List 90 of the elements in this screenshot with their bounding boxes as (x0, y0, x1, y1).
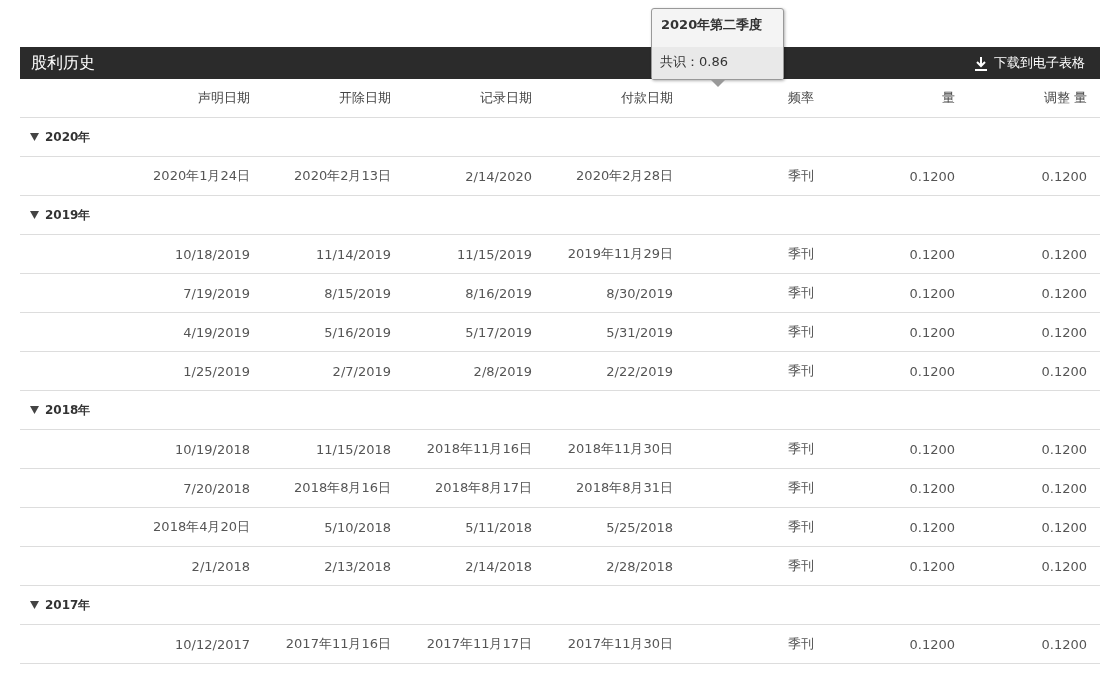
table-cell-text: 2018年4月20日 (152, 518, 250, 536)
table-cell-text: 4/19/2019 (182, 324, 250, 340)
table-cell-text: 10/19/2018 (174, 441, 250, 457)
table-cell-text: 0.1200 (908, 558, 955, 574)
table-cell-text: 2018年8月31日 (575, 479, 673, 497)
table-cell-text: 5/10/2018 (323, 519, 391, 535)
table-cell-text: 季刊 (787, 479, 814, 497)
tooltip-title: 2020年第二季度 (660, 16, 764, 34)
table-cell-text: 0.1200 (1040, 558, 1088, 574)
column-header: 频率 (787, 89, 814, 107)
table-cell-text: 8/30/2019 (605, 285, 673, 301)
table-cell-text: 季刊 (787, 557, 814, 575)
table-cell-text: 10/12/2017 (174, 636, 250, 652)
table-cell-text: 季刊 (787, 167, 814, 185)
table-cell-text: 2/22/2019 (605, 363, 673, 379)
table-cell-text: 2/28/2018 (605, 558, 673, 574)
table-cell-text: 5/16/2019 (323, 324, 391, 340)
table-cell-text: 2018年8月17日 (434, 479, 532, 497)
column-header: 调整 量 (1042, 89, 1088, 107)
expand-triangle-icon[interactable] (30, 601, 39, 609)
table-cell-text: 季刊 (787, 284, 814, 302)
table-cell-text: 0.1200 (908, 168, 955, 184)
table-cell-text: 5/25/2018 (605, 519, 673, 535)
table-cell-text: 5/11/2018 (464, 519, 532, 535)
column-header: 量 (941, 89, 955, 107)
table-cell-text: 2017年11月17日 (425, 635, 532, 653)
year-label: 2019年 (45, 206, 91, 224)
table-cell-text: 8/15/2019 (323, 285, 391, 301)
column-header: 开除日期 (338, 89, 391, 107)
table-cell-text: 0.1200 (1040, 363, 1088, 379)
table-cell-text: 0.1200 (908, 363, 955, 379)
panel-title: 股利历史 (31, 52, 95, 74)
table-cell-text: 2/14/2020 (464, 168, 532, 184)
table-cell-text: 2/1/2018 (190, 558, 250, 574)
table-cell-text: 0.1200 (908, 636, 955, 652)
column-header: 记录日期 (479, 89, 532, 107)
year-label: 2017年 (45, 596, 91, 614)
table-cell-text: 0.1200 (1040, 480, 1088, 496)
table-cell-text: 季刊 (787, 635, 814, 653)
table-cell-text: 0.1200 (1040, 324, 1088, 340)
table-cell-text: 0.1200 (908, 519, 955, 535)
table-cell-text: 2/14/2018 (464, 558, 532, 574)
column-header: 声明日期 (197, 89, 250, 107)
year-label: 2018年 (45, 401, 91, 419)
table-cell-text: 0.1200 (908, 324, 955, 340)
table-cell-text: 0.1200 (908, 285, 955, 301)
table-cell-text: 2019年11月29日 (566, 245, 673, 263)
table-cell-text: 2018年8月16日 (293, 479, 391, 497)
table-cell-text: 11/15/2019 (456, 246, 532, 262)
table-cell-text: 2018年11月30日 (566, 440, 673, 458)
download-link[interactable]: 下载到电子表格 (974, 54, 1085, 72)
table-cell-text: 2/13/2018 (323, 558, 391, 574)
table-cell-text: 0.1200 (1040, 519, 1088, 535)
table-cell-text: 2017年11月16日 (284, 635, 391, 653)
table-cell-text: 季刊 (787, 440, 814, 458)
expand-triangle-icon[interactable] (30, 133, 39, 141)
table-cell-text: 5/17/2019 (464, 324, 532, 340)
table-cell-text: 11/14/2019 (315, 246, 391, 262)
table-cell-text: 2020年2月28日 (575, 167, 673, 185)
table-cell-text: 0.1200 (908, 480, 955, 496)
expand-triangle-icon[interactable] (30, 211, 39, 219)
table-cell-text: 8/16/2019 (464, 285, 532, 301)
table-cell-text: 季刊 (787, 323, 814, 341)
table-cell-text: 11/15/2018 (315, 441, 391, 457)
table-cell-text: 2020年2月13日 (293, 167, 391, 185)
table-cell-text: 1/25/2019 (182, 363, 250, 379)
column-header: 付款日期 (620, 89, 673, 107)
expand-triangle-icon[interactable] (30, 406, 39, 414)
table-cell-text: 7/20/2018 (182, 480, 250, 496)
table-cell-text: 2/7/2019 (331, 363, 391, 379)
download-icon (974, 55, 988, 71)
table-cell-text: 2020年1月24日 (152, 167, 250, 185)
tooltip-text: 共识：0.86 (652, 47, 783, 79)
year-label: 2020年 (45, 128, 91, 146)
table-cell-text: 2018年11月16日 (425, 440, 532, 458)
table-cell-text: 季刊 (787, 362, 814, 380)
table-cell-text: 5/31/2019 (605, 324, 673, 340)
table-cell-text: 2017年11月30日 (566, 635, 673, 653)
table-cell-text: 0.1200 (1040, 441, 1088, 457)
table-cell-text: 0.1200 (1040, 636, 1088, 652)
table-cell-text: 季刊 (787, 245, 814, 263)
table-cell-text: 0.1200 (1040, 168, 1088, 184)
table-cell-text: 2/8/2019 (472, 363, 532, 379)
table-cell-text: 0.1200 (1040, 285, 1088, 301)
table-cell-text: 0.1200 (908, 246, 955, 262)
table-cell-text: 10/18/2019 (174, 246, 250, 262)
table-cell-text: 季刊 (787, 518, 814, 536)
table-cell-text: 0.1200 (908, 441, 955, 457)
table-cell-text: 0.1200 (1040, 246, 1088, 262)
table-cell-text: 7/19/2019 (182, 285, 250, 301)
